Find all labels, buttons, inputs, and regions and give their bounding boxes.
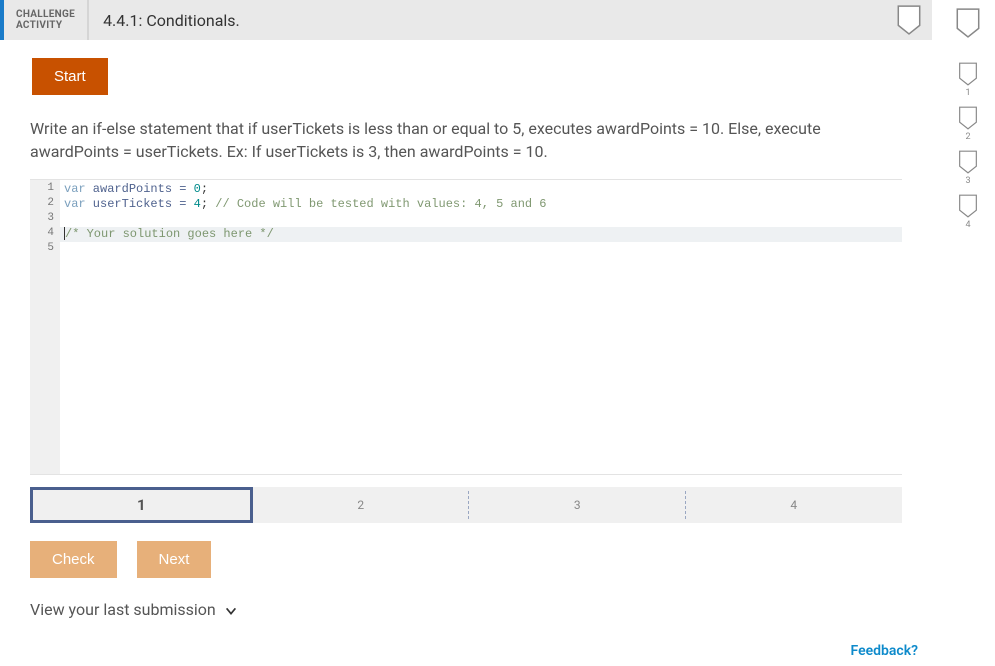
progress-shield-3: 3	[958, 150, 978, 186]
header-tag-line2: ACTIVITY	[16, 20, 75, 31]
progress-shields: 1 2 3 4	[948, 8, 988, 238]
code-editor[interactable]: 12345 var awardPoints = 0;var userTicket…	[30, 179, 902, 475]
progress-shield-1: 1	[958, 62, 978, 98]
prompt-text: Write an if-else statement that if userT…	[20, 117, 912, 163]
shield-number: 2	[965, 132, 970, 142]
header-shield-icon	[896, 0, 932, 40]
shield-icon	[958, 150, 978, 174]
gutter-line: 2	[30, 197, 54, 212]
step-tracker: 1234	[30, 487, 902, 523]
header-tag: CHALLENGE ACTIVITY	[4, 0, 89, 40]
shield-number: 4	[965, 220, 970, 230]
step-3[interactable]: 3	[469, 487, 686, 523]
code-line[interactable]: var awardPoints = 0;	[64, 182, 898, 197]
code-line[interactable]: /* Your solution goes here */	[60, 227, 902, 242]
progress-shield-2: 2	[958, 106, 978, 142]
shield-number: 3	[965, 176, 970, 186]
gutter-line: 4	[30, 227, 54, 242]
gutter-line: 1	[30, 182, 54, 197]
start-button[interactable]: Start	[32, 58, 108, 95]
gutter-line: 3	[30, 212, 54, 227]
step-1[interactable]: 1	[30, 487, 253, 523]
view-last-submission-toggle[interactable]: View your last submission	[20, 600, 912, 619]
feedback-link[interactable]: Feedback?	[851, 643, 918, 659]
header-tag-line1: CHALLENGE	[16, 9, 75, 20]
code-line[interactable]	[64, 242, 898, 257]
progress-shield-4: 4	[958, 194, 978, 230]
next-button[interactable]: Next	[137, 541, 212, 578]
code-line[interactable]: var userTickets = 4; // Code will be tes…	[64, 197, 898, 212]
step-2[interactable]: 2	[253, 487, 470, 523]
shield-icon	[958, 106, 978, 130]
shield-icon	[958, 62, 978, 86]
check-button[interactable]: Check	[30, 541, 117, 578]
progress-shield-main	[955, 8, 981, 38]
editor-code-area[interactable]: var awardPoints = 0;var userTickets = 4;…	[60, 180, 902, 474]
view-last-submission-label: View your last submission	[30, 600, 216, 619]
chevron-down-icon	[224, 603, 238, 617]
gutter-line: 5	[30, 242, 54, 257]
activity-header: CHALLENGE ACTIVITY 4.4.1: Conditionals.	[0, 0, 932, 40]
shield-number: 1	[965, 88, 970, 98]
code-line[interactable]	[64, 212, 898, 227]
shield-icon	[958, 194, 978, 218]
activity-title: 4.4.1: Conditionals.	[89, 0, 254, 40]
editor-gutter: 12345	[30, 180, 60, 474]
step-4[interactable]: 4	[686, 487, 903, 523]
